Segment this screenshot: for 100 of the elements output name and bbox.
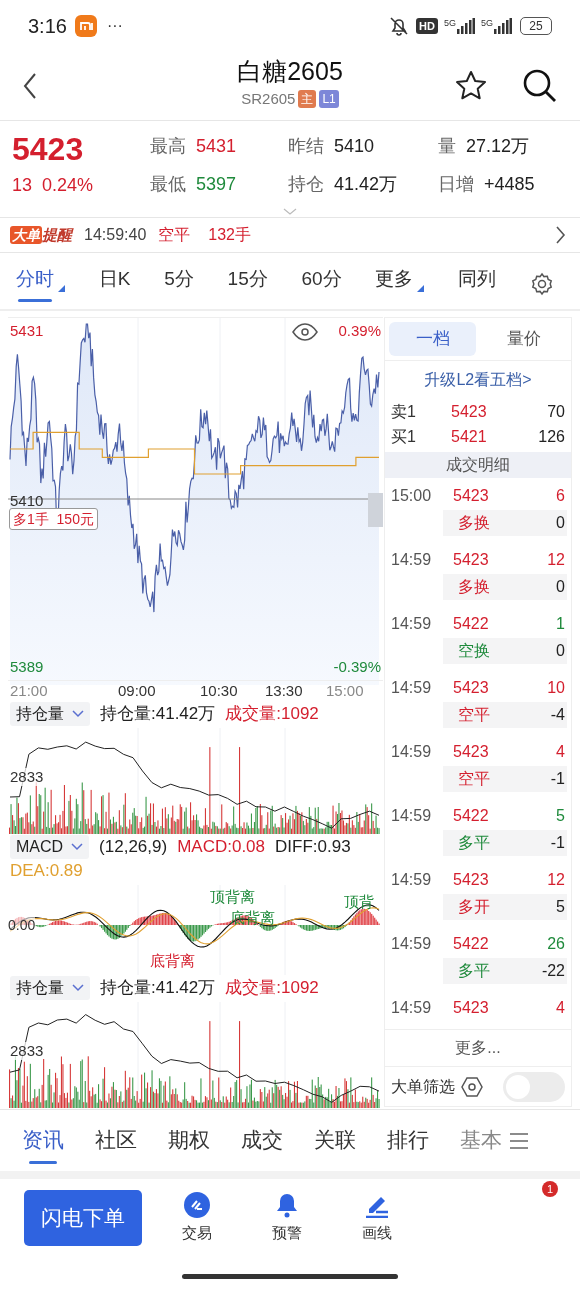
percent-axis-label: 0.39%	[338, 321, 381, 341]
stat-value: 41.42万	[334, 173, 398, 196]
position-change: -1	[550, 833, 565, 854]
info-tab[interactable]: 成交	[241, 1125, 283, 1164]
section-header: 成交明细	[385, 452, 571, 479]
indicator-selector[interactable]: MACD	[10, 835, 90, 859]
order-book-tab[interactable]: 量价	[480, 322, 567, 356]
back-icon[interactable]	[22, 72, 38, 100]
order-volume: 70	[546, 401, 565, 422]
signal-icon	[457, 18, 475, 34]
trade-volume: 26	[546, 934, 565, 955]
stat-value: +4485	[484, 173, 535, 196]
stat-value: 27.12万	[466, 135, 530, 158]
trade-time: 14:59	[391, 550, 433, 571]
info-tab[interactable]: 社区	[95, 1125, 137, 1164]
indicator-value: (12,26,9)	[99, 836, 168, 858]
search-icon[interactable]	[522, 68, 558, 104]
side-collapse-handle[interactable]	[368, 493, 383, 527]
stat-label: 最低	[150, 173, 186, 196]
period-tab[interactable]: 同列	[458, 266, 497, 302]
indicator-value: 持仓量:41.42万	[100, 977, 216, 1000]
indicator-selector[interactable]: 持仓量	[10, 976, 90, 1001]
period-tab[interactable]: 5分	[164, 266, 194, 302]
indicator-value: 成交量:1092	[225, 977, 319, 1000]
stat-value: 5431	[196, 135, 237, 158]
trade-time: 14:59	[391, 614, 433, 635]
more-link[interactable]: 更多...	[455, 1035, 501, 1060]
trade-time: 14:59	[391, 806, 433, 827]
info-tab[interactable]: 资讯	[22, 1125, 64, 1164]
info-tab[interactable]: 基本	[460, 1125, 502, 1164]
position-change: 0	[556, 513, 565, 534]
chevron-down-icon	[71, 843, 84, 851]
order-book-tab[interactable]: 一档	[389, 322, 476, 356]
alert-time: 14:59:40	[84, 225, 147, 245]
position-change: -4	[550, 705, 565, 726]
time-axis-label: 21:00	[10, 682, 48, 701]
position-change: 0	[556, 641, 565, 662]
info-tab[interactable]: 排行	[387, 1125, 429, 1164]
order-side-label: 买1	[391, 427, 417, 448]
period-tab[interactable]: 更多	[375, 266, 425, 302]
period-tab[interactable]: 15分	[227, 266, 268, 302]
position-change: 5	[556, 897, 565, 918]
trade-price: 5422	[453, 934, 490, 955]
trade-price: 5422	[453, 806, 490, 827]
divergence-label: 底背离	[150, 952, 195, 969]
period-tab[interactable]: 日K	[98, 266, 131, 302]
toolbar-action[interactable]: 预警	[264, 1191, 310, 1245]
settings-icon[interactable]	[461, 1075, 483, 1098]
alert-title: 提醒	[42, 224, 72, 245]
trade-time: 14:59	[391, 742, 433, 763]
network-type-text: 5G	[481, 18, 493, 28]
contract-code: SR2605	[241, 89, 296, 109]
menu-icon[interactable]	[509, 1131, 529, 1150]
trade-type: 多平	[458, 833, 490, 854]
trade-icon	[184, 1191, 210, 1218]
eye-icon[interactable]	[292, 323, 318, 341]
alert-badge: 大单	[10, 226, 42, 244]
hd-indicator: HD	[416, 18, 438, 34]
info-tab[interactable]: 期权	[168, 1125, 210, 1164]
order-side-label: 卖1	[391, 401, 417, 422]
trade-time: 15:00	[391, 486, 433, 507]
trade-type: 多换	[458, 577, 490, 598]
position-change: 0	[556, 577, 565, 598]
trade-type: 多开	[458, 897, 490, 918]
big-order-alert-bar[interactable]: 大单提醒 14:59:40 空平 132手	[0, 218, 580, 252]
trade-type: 空平	[458, 705, 490, 726]
time-axis-label: 10:30	[200, 682, 238, 701]
trade-price: 5423	[453, 742, 490, 763]
stat-label: 昨结	[288, 135, 324, 158]
indicator-selector[interactable]: 持仓量	[10, 702, 90, 727]
period-tab[interactable]: 60分	[301, 266, 342, 302]
order-volume: 126	[537, 427, 565, 448]
stat-label: 量	[438, 135, 456, 158]
chevron-down-icon	[72, 984, 84, 993]
period-tab[interactable]: 分时	[16, 266, 65, 302]
toolbar-action[interactable]: 交易	[174, 1191, 220, 1245]
stat-label: 持仓	[288, 173, 324, 196]
trade-price: 5423	[453, 550, 490, 571]
contract-tag: 主	[298, 90, 317, 109]
toolbar-action[interactable]: 画线	[354, 1191, 400, 1245]
trade-price: 5422	[453, 614, 490, 635]
time-axis-label: 13:30	[265, 682, 303, 701]
quick-order-button[interactable]: 闪电下单	[24, 1190, 142, 1246]
settings-icon[interactable]	[529, 272, 554, 296]
upgrade-link[interactable]: 升级L2看五档>	[424, 367, 532, 392]
indicator-value: MACD:0.08	[177, 836, 266, 858]
trade-time: 14:59	[391, 998, 433, 1019]
battery-indicator: 25	[520, 17, 552, 35]
alert-action: 空平	[158, 225, 191, 245]
order-price: 5421	[451, 427, 488, 448]
trade-type: 空换	[458, 641, 490, 662]
position-tag: 多1手 150元	[9, 508, 98, 530]
info-tab[interactable]: 关联	[314, 1125, 356, 1164]
trade-volume: 4	[555, 998, 565, 1019]
trade-volume: 1	[555, 614, 565, 635]
trade-volume: 12	[546, 550, 565, 571]
trade-time: 14:59	[391, 870, 433, 891]
app-notification-icon	[74, 15, 97, 37]
trade-type: 空平	[458, 769, 490, 790]
stat-value: 5410	[334, 135, 375, 158]
